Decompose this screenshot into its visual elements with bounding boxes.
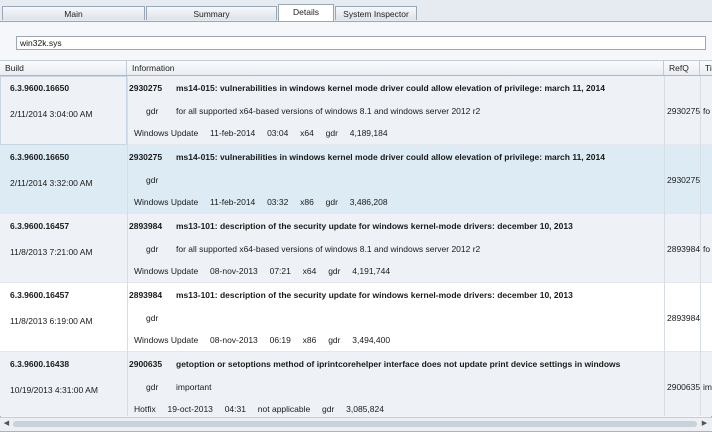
- table-row[interactable]: 6.3.9600.16457 11/8/2013 7:21:00 AM 2893…: [0, 214, 712, 283]
- refq-value: 2900635: [667, 382, 701, 392]
- refq-value: 2893984: [667, 244, 701, 254]
- refq-value: 2930275: [667, 106, 701, 116]
- build-date: 11/8/2013 6:19:00 AM: [10, 316, 93, 326]
- tab-system-inspector[interactable]: System Inspector: [335, 6, 417, 20]
- refq-value: 2930275: [667, 175, 701, 185]
- kb-number: 2900635: [129, 359, 163, 369]
- update-branch: gdr: [146, 313, 159, 323]
- tab-summary[interactable]: Summary: [146, 6, 277, 20]
- column-header-truncated[interactable]: Ti: [700, 61, 712, 75]
- tab-details[interactable]: Details: [278, 4, 334, 21]
- column-divider: [127, 214, 128, 283]
- horizontal-scrollbar[interactable]: ◀ ▶: [0, 417, 712, 431]
- update-detail-line: Windows Update 08-nov-2013 06:19 x86 gdr…: [134, 335, 391, 345]
- update-branch: gdr: [146, 106, 159, 116]
- search-input[interactable]: [16, 36, 706, 50]
- column-divider: [700, 214, 701, 283]
- column-divider: [127, 352, 128, 416]
- column-header-refq[interactable]: RefQ: [664, 61, 700, 75]
- scroll-thumb[interactable]: [13, 421, 697, 427]
- kb-number: 2930275: [129, 83, 163, 93]
- table-row[interactable]: 6.3.9600.16650 2/11/2014 3:04:00 AM 2930…: [0, 76, 712, 145]
- build-version: 6.3.9600.16457: [10, 290, 70, 300]
- results-grid: 6.3.9600.16650 2/11/2014 3:04:00 AM 2930…: [0, 76, 712, 416]
- update-branch: gdr: [146, 175, 159, 185]
- update-detail-line: Windows Update 11-feb-2014 03:32 x86 gdr…: [134, 197, 388, 207]
- kb-number: 2893984: [129, 221, 163, 231]
- tab-bar: Main Summary Details System Inspector: [0, 0, 712, 22]
- update-title: getoption or setoptions method of iprint…: [176, 359, 621, 369]
- update-detail-line: Windows Update 11-feb-2014 03:04 x64 gdr…: [134, 128, 388, 138]
- scroll-right-arrow-icon[interactable]: ▶: [699, 418, 710, 430]
- column-divider: [664, 283, 665, 352]
- column-divider: [664, 76, 665, 145]
- update-description: important: [176, 382, 212, 392]
- table-row[interactable]: 6.3.9600.16457 11/8/2013 6:19:00 AM 2893…: [0, 283, 712, 352]
- build-version: 6.3.9600.16650: [10, 152, 70, 162]
- kb-number: 2930275: [129, 152, 163, 162]
- column-divider: [127, 145, 128, 214]
- column-divider: [700, 76, 701, 145]
- update-detail-line: Hotfix 19-oct-2013 04:31 not applicable …: [134, 404, 384, 414]
- column-divider: [664, 352, 665, 416]
- kb-number: 2893984: [129, 290, 163, 300]
- table-row[interactable]: 6.3.9600.16650 2/11/2014 3:32:00 AM 2930…: [0, 145, 712, 214]
- tab-main[interactable]: Main: [2, 6, 145, 20]
- build-date: 10/19/2013 4:31:00 AM: [10, 385, 98, 395]
- column-header: Build Information RefQ Ti: [0, 61, 712, 76]
- build-date: 2/11/2014 3:04:00 AM: [10, 109, 93, 119]
- column-header-information[interactable]: Information: [127, 61, 664, 75]
- build-version: 6.3.9600.16457: [10, 221, 70, 231]
- column-header-build[interactable]: Build: [0, 61, 127, 75]
- table-row[interactable]: 6.3.9600.16438 10/19/2013 4:31:00 AM 290…: [0, 352, 712, 416]
- build-version: 6.3.9600.16650: [10, 83, 70, 93]
- truncated-value: fo: [703, 244, 711, 254]
- update-title: ms13-101: description of the security up…: [176, 221, 573, 231]
- truncated-value: fo: [703, 106, 711, 116]
- update-title: ms14-015: vulnerabilities in windows ker…: [176, 83, 605, 93]
- column-divider: [700, 145, 701, 214]
- update-description: for all supported x64-based versions of …: [176, 244, 481, 254]
- update-description: for all supported x64-based versions of …: [176, 106, 481, 116]
- truncated-value: im: [703, 382, 712, 392]
- build-date: 2/11/2014 3:32:00 AM: [10, 178, 93, 188]
- column-divider: [664, 214, 665, 283]
- column-divider: [700, 352, 701, 416]
- scroll-left-arrow-icon[interactable]: ◀: [1, 418, 12, 430]
- column-divider: [127, 283, 128, 352]
- column-divider: [127, 76, 128, 145]
- column-divider: [700, 283, 701, 352]
- update-title: ms14-015: vulnerabilities in windows ker…: [176, 152, 605, 162]
- build-version: 6.3.9600.16438: [10, 359, 70, 369]
- update-detail-line: Windows Update 08-nov-2013 07:21 x64 gdr…: [134, 266, 391, 276]
- update-branch: gdr: [146, 382, 159, 392]
- refq-value: 2893984: [667, 313, 701, 323]
- search-bar: [0, 22, 712, 61]
- column-divider: [664, 145, 665, 214]
- update-title: ms13-101: description of the security up…: [176, 290, 573, 300]
- update-branch: gdr: [146, 244, 159, 254]
- build-date: 11/8/2013 7:21:00 AM: [10, 247, 93, 257]
